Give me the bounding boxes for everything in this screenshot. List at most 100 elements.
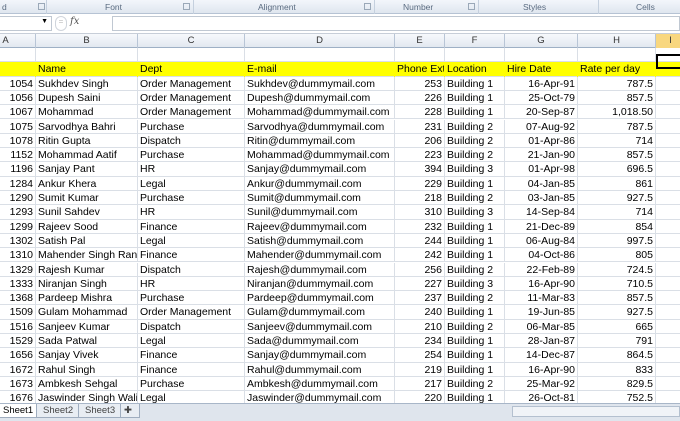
cell[interactable] (578, 48, 656, 63)
cell-name[interactable]: Sada Patwal (36, 334, 138, 349)
sheet-tab-1[interactable]: Sheet1 (0, 404, 41, 418)
cell[interactable] (505, 48, 578, 63)
cell-rate[interactable]: 805 (578, 248, 656, 263)
cell-hire-date[interactable]: 28-Jan-87 (505, 334, 578, 349)
cell-phone-ext[interactable]: 227 (395, 276, 445, 292)
cell-hire-date[interactable]: 16-Apr-91 (505, 76, 578, 91)
cell-name[interactable]: Sarvodhya Bahri (36, 119, 138, 134)
cell[interactable] (656, 91, 680, 105)
cell[interactable] (656, 162, 680, 176)
cell-hire-date[interactable]: 14-Dec-87 (505, 348, 578, 363)
cell-dept[interactable]: Order Management (138, 90, 245, 106)
cell-location[interactable]: Building 1 (445, 348, 505, 363)
cell-id[interactable]: 1078 (0, 133, 36, 149)
cell-location[interactable]: Building 3 (445, 205, 505, 220)
cell-phone-ext[interactable]: 223 (395, 148, 445, 163)
header-cell-hire-date[interactable]: Hire Date (505, 62, 578, 77)
cell-location[interactable]: Building 2 (445, 191, 505, 206)
active-cell[interactable] (656, 54, 680, 69)
cell[interactable] (656, 334, 680, 348)
cell-id[interactable]: 1333 (0, 276, 36, 292)
cell-email[interactable]: Niranjan@dummymail.com (245, 276, 395, 292)
cell[interactable] (656, 177, 680, 191)
cell-phone-ext[interactable]: 310 (395, 205, 445, 220)
header-cell-phone-ext[interactable]: Phone Ext (395, 62, 445, 77)
cell-hire-date[interactable]: 06-Aug-84 (505, 233, 578, 249)
cell-email[interactable]: Sumit@dummymail.com (245, 191, 395, 206)
cell-dept[interactable]: Dispatch (138, 133, 245, 149)
cell-rate[interactable]: 665 (578, 319, 656, 334)
cell-rate[interactable]: 857.5 (578, 291, 656, 306)
cell-phone-ext[interactable]: 232 (395, 219, 445, 234)
cell-id[interactable]: 1152 (0, 148, 36, 163)
formula-cancel-icon[interactable]: = (55, 16, 67, 31)
cell-hire-date[interactable]: 25-Mar-92 (505, 376, 578, 392)
column-header-e[interactable]: E (395, 34, 445, 48)
cell-name[interactable]: Gulam Mohammad (36, 305, 138, 320)
cell-rate[interactable]: 861 (578, 176, 656, 191)
sheet-tab-3[interactable]: Sheet3 (78, 404, 123, 418)
cell-email[interactable]: Rajesh@dummymail.com (245, 262, 395, 277)
cell-location[interactable]: Building 2 (445, 262, 505, 277)
cell-hire-date[interactable]: 16-Apr-90 (505, 362, 578, 377)
cell-location[interactable]: Building 1 (445, 305, 505, 320)
cell-dept[interactable]: Purchase (138, 291, 245, 306)
cell-hire-date[interactable]: 03-Jan-85 (505, 191, 578, 206)
cell-phone-ext[interactable]: 240 (395, 305, 445, 320)
cell-id[interactable]: 1329 (0, 262, 36, 277)
cell-phone-ext[interactable]: 394 (395, 162, 445, 177)
cell-hire-date[interactable]: 20-Sep-87 (505, 105, 578, 120)
cell-rate[interactable]: 854 (578, 219, 656, 234)
cell-hire-date[interactable]: 25-Oct-79 (505, 90, 578, 106)
cell-location[interactable]: Building 2 (445, 291, 505, 306)
cell-hire-date[interactable]: 04-Oct-86 (505, 248, 578, 263)
cell-phone-ext[interactable]: 229 (395, 176, 445, 191)
cell-email[interactable]: Sanjay@dummymail.com (245, 348, 395, 363)
cell-id[interactable]: 1516 (0, 319, 36, 334)
cell[interactable] (656, 191, 680, 205)
column-header-h[interactable]: H (578, 34, 656, 48)
cell-location[interactable]: Building 2 (445, 119, 505, 134)
cell-rate[interactable]: 997.5 (578, 233, 656, 249)
cell-email[interactable]: Sarvodhya@dummymail.com (245, 119, 395, 134)
cell-phone-ext[interactable]: 242 (395, 248, 445, 263)
cell-id[interactable]: 1067 (0, 105, 36, 120)
cell-location[interactable]: Building 1 (445, 76, 505, 91)
cell[interactable] (656, 277, 680, 291)
cell-phone-ext[interactable]: 253 (395, 76, 445, 91)
cell-id[interactable]: 1196 (0, 162, 36, 177)
cell-name[interactable]: Rajesh Kumar (36, 262, 138, 277)
cell-name[interactable]: Ritin Gupta (36, 133, 138, 149)
cell-dept[interactable]: Finance (138, 348, 245, 363)
font-launcher-icon[interactable] (183, 3, 190, 10)
cell-id[interactable]: 1290 (0, 191, 36, 206)
cell[interactable] (656, 234, 680, 248)
cell[interactable] (656, 320, 680, 334)
cell-hire-date[interactable]: 11-Mar-83 (505, 291, 578, 306)
cell-dept[interactable]: Legal (138, 176, 245, 191)
cell-phone-ext[interactable]: 254 (395, 348, 445, 363)
clipboard-launcher-icon[interactable] (38, 3, 45, 10)
cell-hire-date[interactable]: 01-Apr-98 (505, 162, 578, 177)
cell-dept[interactable]: HR (138, 205, 245, 220)
column-header-i[interactable]: I (656, 34, 680, 48)
cell-location[interactable]: Building 2 (445, 148, 505, 163)
cell-dept[interactable]: Order Management (138, 305, 245, 320)
cell-phone-ext[interactable]: 210 (395, 319, 445, 334)
cell-location[interactable]: Building 1 (445, 362, 505, 377)
cell-rate[interactable]: 787.5 (578, 76, 656, 91)
cell-hire-date[interactable]: 01-Apr-86 (505, 133, 578, 149)
cell[interactable] (656, 305, 680, 319)
cell-email[interactable]: Ankur@dummymail.com (245, 176, 395, 191)
cell-email[interactable]: Gulam@dummymail.com (245, 305, 395, 320)
cell-phone-ext[interactable]: 218 (395, 191, 445, 206)
cell-name[interactable]: Ankur Khera (36, 176, 138, 191)
cell-id[interactable]: 1310 (0, 248, 36, 263)
cell-hire-date[interactable]: 04-Jan-85 (505, 176, 578, 191)
cell-rate[interactable]: 724.5 (578, 262, 656, 277)
cell-name[interactable]: Sanjeev Kumar (36, 319, 138, 334)
cell[interactable] (0, 48, 36, 63)
cell-hire-date[interactable]: 21-Dec-89 (505, 219, 578, 234)
cell-dept[interactable]: Finance (138, 362, 245, 377)
cell-rate[interactable]: 696.5 (578, 162, 656, 177)
